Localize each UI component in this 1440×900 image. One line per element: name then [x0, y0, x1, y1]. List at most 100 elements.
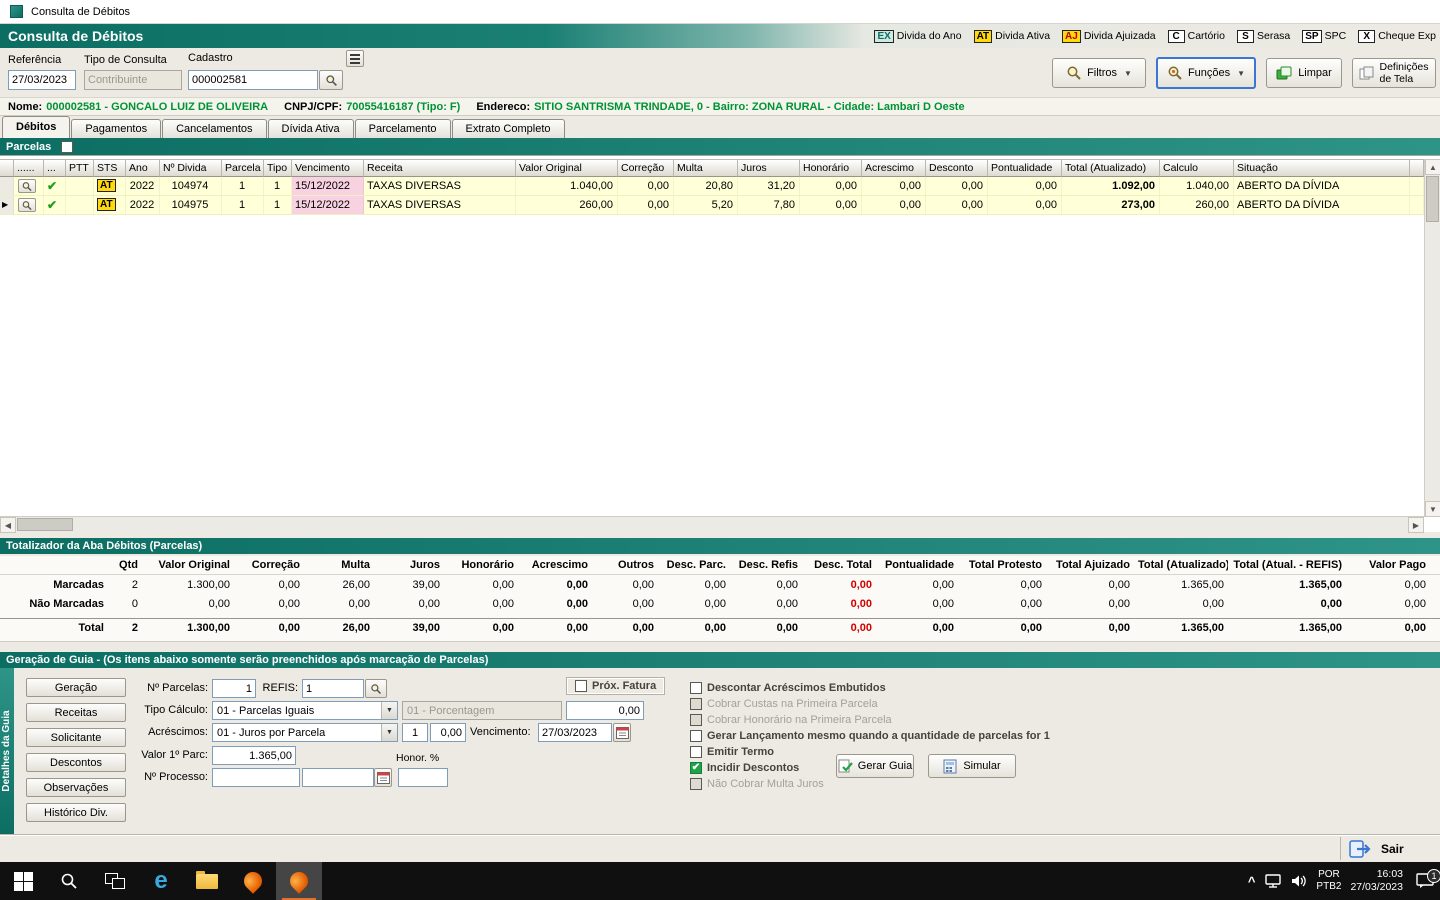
grid-header-cell[interactable]: Desconto: [926, 159, 988, 177]
grid-header-cell[interactable]: Acrescimo: [862, 159, 926, 177]
taskbar-search-button[interactable]: [46, 862, 92, 900]
gerar-guia-button[interactable]: Gerar Guia: [836, 754, 914, 778]
cadastro-input[interactable]: [188, 70, 318, 90]
refis-search-button[interactable]: [365, 679, 387, 698]
checkbox-cobrar-custas-na-primeira-parcela[interactable]: Cobrar Custas na Primeira Parcela: [690, 696, 1050, 711]
vencimento-input[interactable]: [538, 723, 612, 742]
referencia-input[interactable]: [8, 70, 76, 90]
row-checked-icon[interactable]: ✔: [47, 179, 57, 193]
tab-debitos[interactable]: Débitos: [2, 116, 70, 138]
vencimento-calendar-button[interactable]: [613, 723, 631, 742]
grid-header-cell[interactable]: Parcela: [222, 159, 264, 177]
sidebar-button-observacoes[interactable]: Observações: [26, 778, 126, 797]
checkbox-box: [690, 746, 702, 758]
edge-browser-button[interactable]: e: [138, 862, 184, 900]
grid-header-cell[interactable]: Tipo: [264, 159, 292, 177]
row-cell: 31,20: [738, 177, 800, 195]
grid-header-cell[interactable]: PTT: [66, 159, 94, 177]
sidebar-button-geracao[interactable]: Geração: [26, 678, 126, 697]
processo-input[interactable]: [212, 768, 300, 787]
network-icon[interactable]: [1264, 874, 1282, 888]
sidebar-button-receitas[interactable]: Receitas: [26, 703, 126, 722]
grid-header-cell[interactable]: [0, 159, 14, 177]
vertical-scroll-thumb[interactable]: [1426, 176, 1439, 222]
grid-header-cell[interactable]: STS: [94, 159, 126, 177]
tipo-calculo-select[interactable]: 01 - Parcelas Iguais ▼: [212, 701, 398, 720]
scroll-up-button[interactable]: ▲: [1425, 159, 1440, 175]
grid-header-cell[interactable]: Vencimento: [292, 159, 364, 177]
tray-expand-icon[interactable]: ^: [1248, 874, 1256, 889]
acrescimos-select[interactable]: 01 - Juros por Parcela ▼: [212, 723, 398, 742]
action-center-button[interactable]: 1: [1412, 868, 1438, 894]
cadastro-list-button[interactable]: [346, 50, 364, 67]
scroll-right-button[interactable]: ▶: [1408, 517, 1424, 533]
window-title: Consulta de Débitos: [31, 6, 130, 18]
porcentagem-input[interactable]: [566, 701, 644, 720]
volume-icon[interactable]: [1291, 874, 1307, 888]
scroll-down-button[interactable]: ▼: [1425, 501, 1440, 517]
processo-calendar-button[interactable]: [374, 768, 392, 787]
grid-row[interactable]: ✔AT20221049741115/12/2022TAXAS DIVERSAS1…: [0, 177, 1424, 196]
checkbox-gerar-lancamento-mesmo-quando-a-quantidade-de-parcelas-for-1[interactable]: Gerar Lançamento mesmo quando a quantida…: [690, 728, 1050, 743]
acrescimos-qtd-input[interactable]: [402, 723, 428, 742]
grid-header-cell[interactable]: ...: [44, 159, 66, 177]
checkbox-descontar-acrescimos-embutidos[interactable]: Descontar Acréscimos Embutidos: [690, 680, 1050, 695]
grid-header-cell[interactable]: Situação: [1234, 159, 1410, 177]
sidebar-button-solicitante[interactable]: Solicitante: [26, 728, 126, 747]
scroll-left-button[interactable]: ◀: [0, 517, 16, 533]
grid-header-cell[interactable]: Juros: [738, 159, 800, 177]
gerar-guia-label: Gerar Guia: [858, 760, 912, 772]
task-view-button[interactable]: [92, 862, 138, 900]
tab-extrato-completo[interactable]: Extrato Completo: [452, 119, 565, 138]
simular-button[interactable]: Simular: [928, 754, 1016, 778]
grid-header-cell[interactable]: Valor Original: [516, 159, 618, 177]
grid-header-cell[interactable]: Calculo: [1160, 159, 1234, 177]
row-detail-button[interactable]: [18, 198, 36, 212]
grid-row[interactable]: ▶✔AT20221049751115/12/2022TAXAS DIVERSAS…: [0, 196, 1424, 215]
parcelas-checkbox[interactable]: [61, 141, 73, 153]
cadastro-search-button[interactable]: [319, 70, 343, 90]
grid-header-cell[interactable]: Correção: [618, 159, 674, 177]
sair-button[interactable]: Sair: [1340, 837, 1436, 860]
grid-header-cell[interactable]: Receita: [364, 159, 516, 177]
language-indicator[interactable]: POR PTB2: [1316, 869, 1341, 893]
start-button[interactable]: [0, 862, 46, 900]
app-button-2-active[interactable]: [276, 862, 322, 900]
grid-header-cell[interactable]: Pontualidade: [988, 159, 1062, 177]
processo-data-input[interactable]: [302, 768, 374, 787]
checkbox-cobrar-honorario-na-primeira-parcela[interactable]: Cobrar Honorário na Primeira Parcela: [690, 712, 1050, 727]
valor-parc-input[interactable]: [212, 746, 296, 765]
grid-header-cell[interactable]: ......: [14, 159, 44, 177]
prox-fatura-checkbox[interactable]: Próx. Fatura: [566, 677, 665, 695]
grid-header-cell[interactable]: Multa: [674, 159, 738, 177]
tab-divida-ativa[interactable]: Dívida Ativa: [268, 119, 354, 138]
checkbox-nao-cobrar-multa-juros[interactable]: Não Cobrar Multa Juros: [690, 776, 1050, 791]
row-checked-icon[interactable]: ✔: [47, 198, 57, 212]
tab-cancelamentos[interactable]: Cancelamentos: [162, 119, 266, 138]
horizontal-scroll-thumb[interactable]: [17, 518, 73, 531]
grid-header-cell[interactable]: Honorário: [800, 159, 862, 177]
row-detail-button[interactable]: [18, 179, 36, 193]
grid-header-cell[interactable]: Total (Atualizado): [1062, 159, 1160, 177]
tab-parcelamento[interactable]: Parcelamento: [355, 119, 451, 138]
tab-pagamentos[interactable]: Pagamentos: [71, 119, 161, 138]
clock[interactable]: 16:03 27/03/2023: [1350, 868, 1403, 894]
limpar-button[interactable]: Limpar: [1266, 58, 1342, 88]
grid-header-cell[interactable]: Nº Divida: [160, 159, 222, 177]
num-parcelas-input[interactable]: [212, 679, 256, 698]
definicoes-tela-button[interactable]: Definições de Tela: [1352, 58, 1436, 88]
honor-pct-input[interactable]: [398, 768, 448, 787]
sidebar-button-historico-div[interactable]: Histórico Div.: [26, 803, 126, 822]
geracao-panel: Detalhes da Guia GeraçãoReceitasSolicita…: [0, 668, 1440, 834]
sidebar-button-descontos[interactable]: Descontos: [26, 753, 126, 772]
file-explorer-button[interactable]: [184, 862, 230, 900]
app-button-1[interactable]: [230, 862, 276, 900]
funcoes-button[interactable]: Funções ▼: [1156, 57, 1256, 89]
horizontal-scrollbar[interactable]: ◀ ▶: [0, 516, 1424, 532]
vertical-scrollbar[interactable]: ▲ ▼: [1424, 159, 1440, 517]
acrescimos-pct-input[interactable]: [430, 723, 466, 742]
refis-input[interactable]: [302, 679, 364, 698]
totalizer-cell: 0,00: [234, 622, 304, 634]
grid-header-cell[interactable]: Ano: [126, 159, 160, 177]
filtros-button[interactable]: Filtros ▼: [1052, 58, 1146, 88]
